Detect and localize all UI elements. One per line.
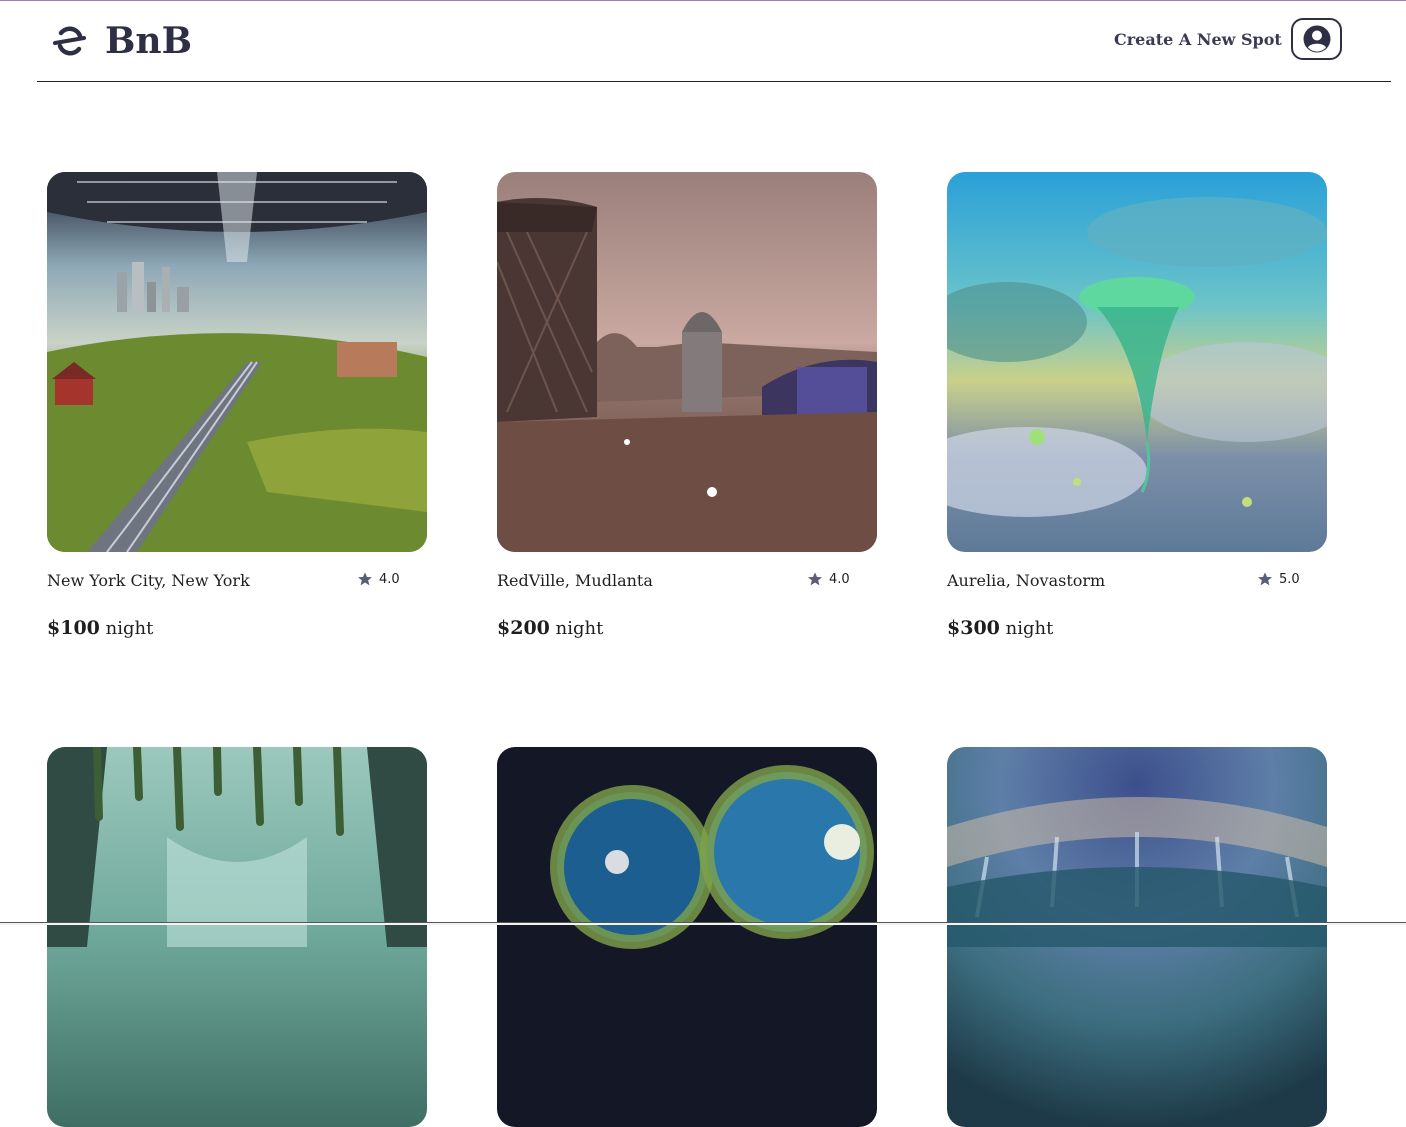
spot-price: $300 [947, 617, 1000, 639]
spot-price: $100 [47, 617, 100, 639]
spot-card[interactable] [47, 747, 427, 1127]
spot-image [947, 747, 1327, 1127]
top-nav: BnB Create A New Spot [37, 1, 1391, 82]
spot-card[interactable]: Aurelia, Novastorm 5.0 $300 night [947, 172, 1327, 639]
spot-price-row: $300 night [947, 617, 1327, 639]
rating-value: 4.0 [379, 571, 400, 587]
spot-card[interactable] [947, 747, 1327, 1127]
home-logo-link[interactable]: BnB [53, 19, 192, 63]
spot-image [497, 747, 877, 1127]
price-unit: night [1005, 618, 1054, 639]
star-icon [808, 572, 822, 586]
price-unit: night [105, 618, 154, 639]
user-circle-icon [1303, 25, 1330, 53]
spot-card[interactable]: New York City, New York 4.0 $100 night [47, 172, 427, 639]
profile-menu-button[interactable] [1291, 18, 1342, 60]
spot-card[interactable]: RedVille, Mudlanta 4.0 $200 night [497, 172, 877, 639]
rating-value: 5.0 [1279, 571, 1300, 587]
rotating-arrows-logo-icon [53, 26, 86, 56]
create-spot-link[interactable]: Create A New Spot [1114, 30, 1282, 49]
spot-rating: 4.0 [807, 571, 850, 587]
price-unit: night [555, 618, 604, 639]
spot-location: RedVille, Mudlanta [497, 571, 653, 590]
star-icon [1258, 572, 1272, 586]
spot-card[interactable] [497, 747, 877, 1127]
spot-image [497, 172, 877, 552]
star-icon [358, 572, 372, 586]
spot-price: $200 [497, 617, 550, 639]
spot-rating: 4.0 [357, 571, 400, 587]
brand-name: BnB [105, 20, 193, 62]
spot-location: Aurelia, Novastorm [947, 571, 1106, 590]
spot-image [947, 172, 1327, 552]
spot-price-row: $200 night [497, 617, 877, 639]
spot-location: New York City, New York [47, 571, 250, 590]
spot-image [47, 172, 427, 552]
rating-value: 4.0 [829, 571, 850, 587]
spot-image [47, 747, 427, 1127]
spot-rating: 5.0 [1257, 571, 1300, 587]
spot-price-row: $100 night [47, 617, 427, 639]
